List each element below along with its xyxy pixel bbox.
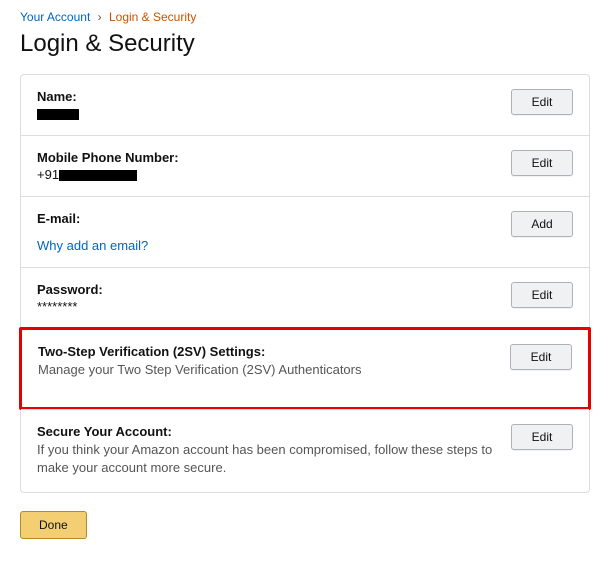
edit-name-button[interactable]: Edit bbox=[511, 89, 573, 115]
why-add-email-link[interactable]: Why add an email? bbox=[37, 238, 148, 253]
secure-desc: If you think your Amazon account has bee… bbox=[37, 441, 495, 477]
breadcrumb: Your Account › Login & Security bbox=[20, 10, 590, 24]
page-title: Login & Security bbox=[20, 30, 590, 58]
edit-phone-button[interactable]: Edit bbox=[511, 150, 573, 176]
redacted-phone bbox=[59, 170, 137, 181]
done-wrap: Done bbox=[20, 511, 590, 539]
breadcrumb-separator: › bbox=[98, 10, 102, 24]
row-2sv: Two-Step Verification (2SV) Settings: Ma… bbox=[19, 327, 591, 410]
email-label: E-mail: bbox=[37, 211, 495, 226]
password-value: ******** bbox=[37, 299, 495, 314]
add-email-button[interactable]: Add bbox=[511, 211, 573, 237]
twosv-label: Two-Step Verification (2SV) Settings: bbox=[38, 344, 494, 359]
name-label: Name: bbox=[37, 89, 495, 104]
phone-label: Mobile Phone Number: bbox=[37, 150, 495, 165]
row-phone: Mobile Phone Number: +91 Edit bbox=[21, 135, 589, 196]
redacted-name bbox=[37, 109, 79, 120]
done-button[interactable]: Done bbox=[20, 511, 87, 539]
password-label: Password: bbox=[37, 282, 495, 297]
twosv-desc: Manage your Two Step Verification (2SV) … bbox=[38, 361, 494, 379]
breadcrumb-current: Login & Security bbox=[109, 10, 196, 24]
name-value bbox=[37, 106, 495, 121]
row-password: Password: ******** Edit bbox=[21, 267, 589, 328]
breadcrumb-root-link[interactable]: Your Account bbox=[20, 10, 90, 24]
edit-password-button[interactable]: Edit bbox=[511, 282, 573, 308]
settings-panel: Name: Edit Mobile Phone Number: +91 Edit… bbox=[20, 74, 590, 493]
edit-secure-button[interactable]: Edit bbox=[511, 424, 573, 450]
email-help-link-wrap: Why add an email? bbox=[37, 238, 495, 253]
secure-label: Secure Your Account: bbox=[37, 424, 495, 439]
row-email: E-mail: Why add an email? Add bbox=[21, 196, 589, 267]
row-secure-account: Secure Your Account: If you think your A… bbox=[21, 409, 589, 491]
row-name: Name: Edit bbox=[21, 75, 589, 135]
phone-prefix: +91 bbox=[37, 167, 59, 182]
phone-value: +91 bbox=[37, 167, 495, 182]
edit-2sv-button[interactable]: Edit bbox=[510, 344, 572, 370]
